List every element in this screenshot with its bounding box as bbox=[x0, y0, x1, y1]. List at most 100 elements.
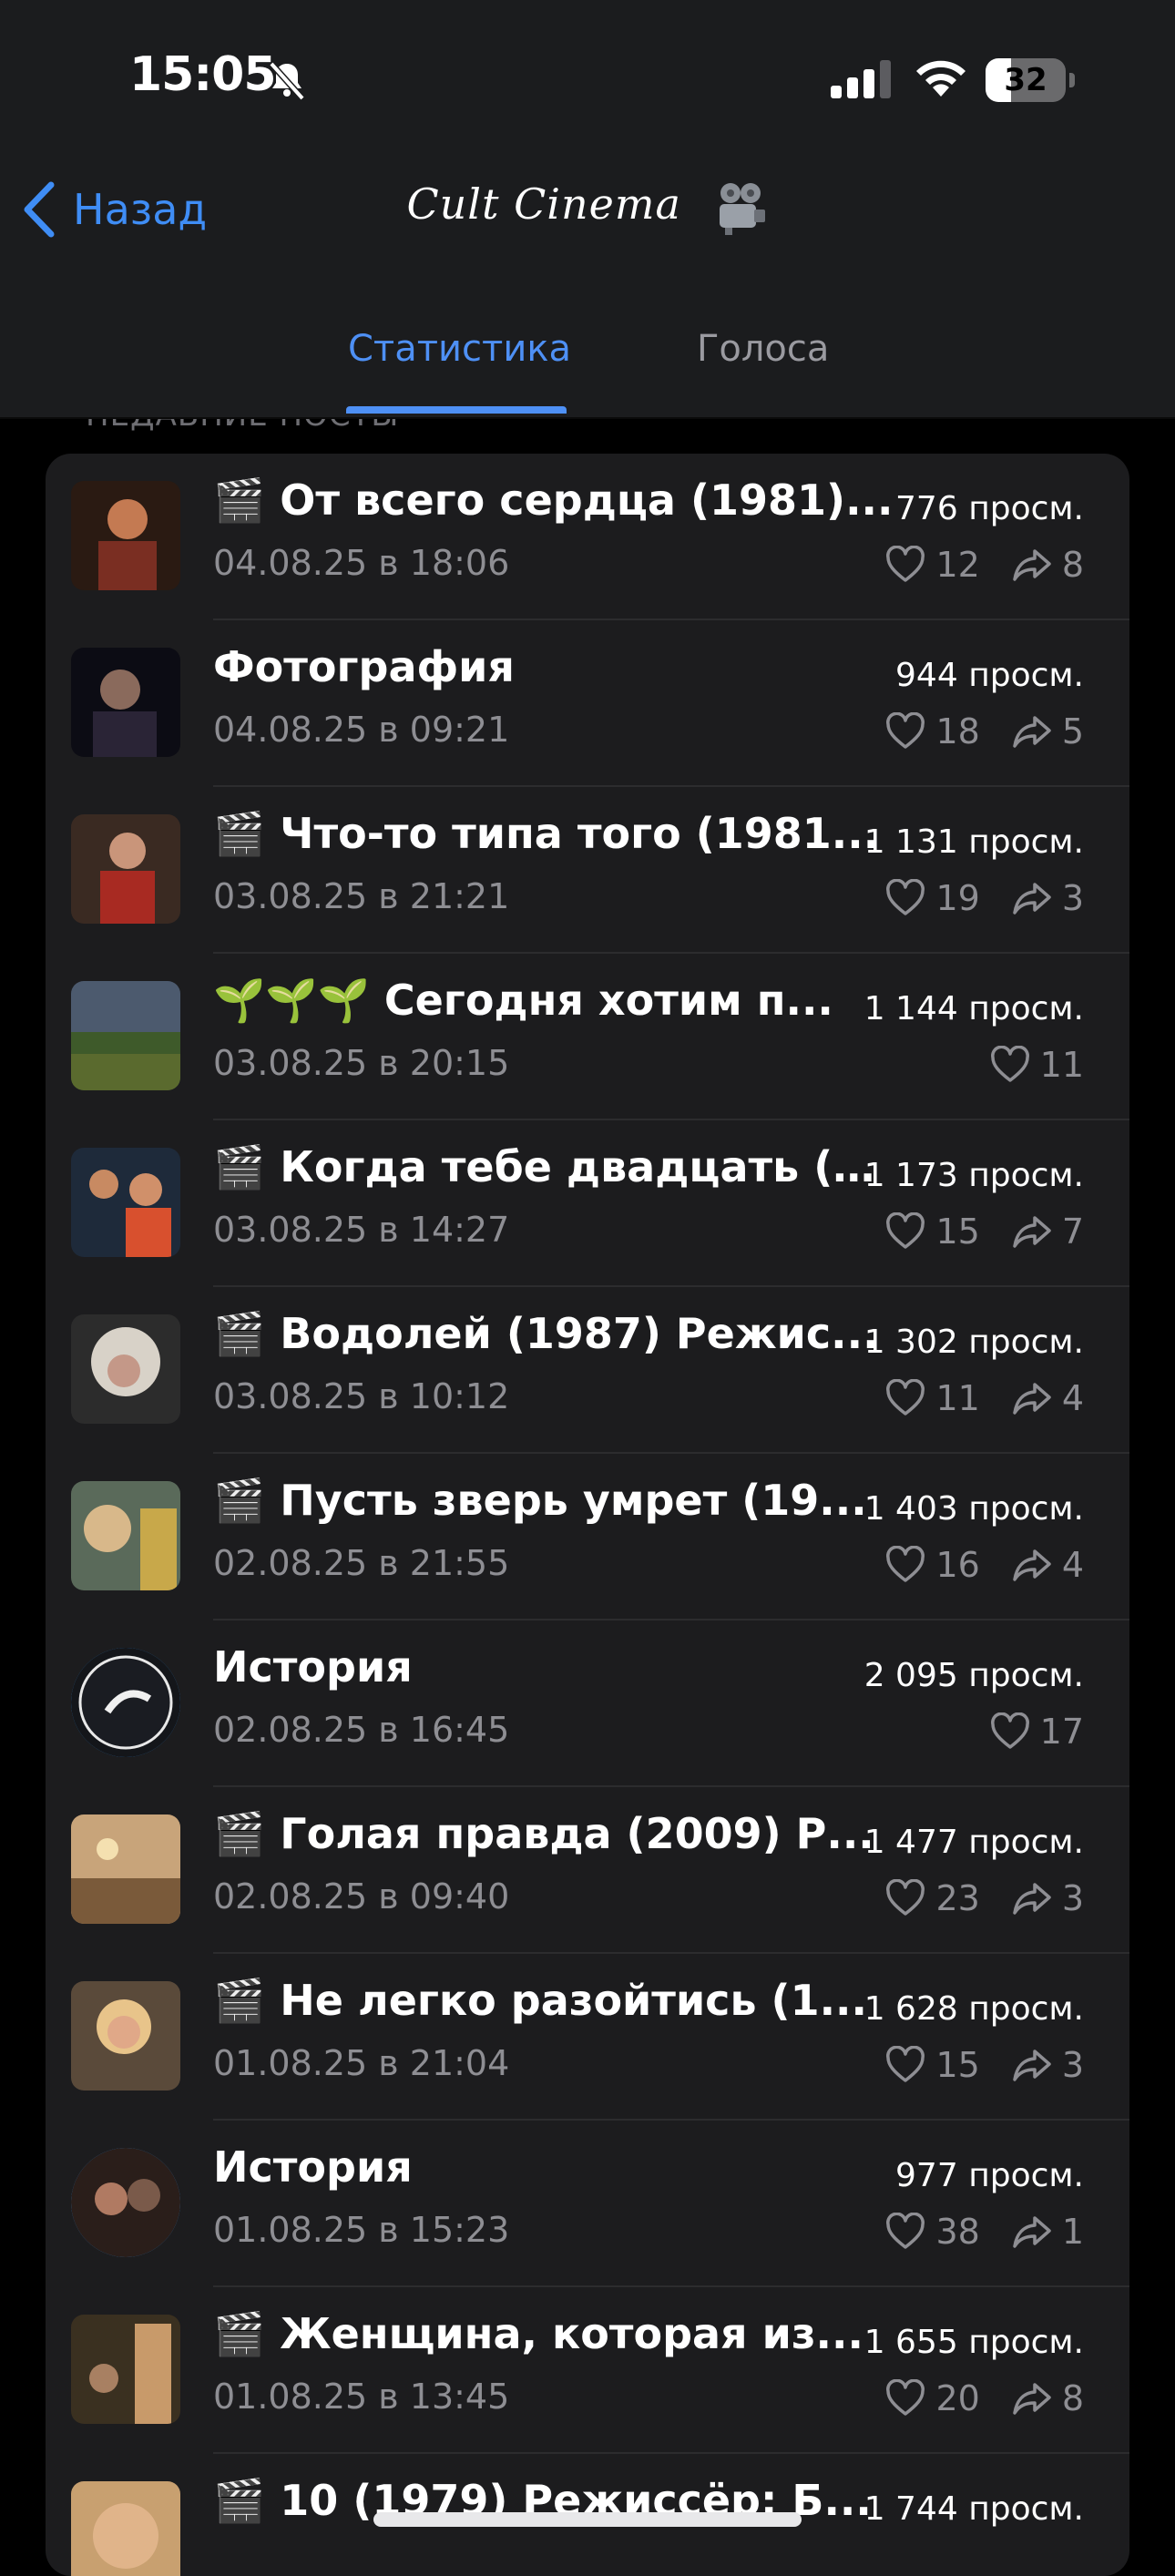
heart-icon bbox=[990, 1712, 1029, 1749]
status-time: 15:05 bbox=[129, 47, 277, 102]
post-thumbnail bbox=[71, 2481, 180, 2576]
likes-count: 11 bbox=[935, 1378, 980, 1418]
post-thumbnail bbox=[71, 1814, 180, 1924]
post-stats: 15 3 bbox=[884, 2045, 1084, 2085]
likes-count: 38 bbox=[935, 2212, 980, 2252]
bell-slash-icon bbox=[269, 61, 305, 101]
share-arrow-icon bbox=[1013, 716, 1051, 748]
channel-name: Cult Cinema bbox=[406, 179, 681, 229]
post-title: 🎬 Женщина, которая из... bbox=[213, 2309, 863, 2358]
post-row[interactable]: 🎬 Пусть зверь умрет (19... 02.08.25 в 21… bbox=[46, 1454, 1129, 1620]
share-arrow-icon bbox=[1013, 2383, 1051, 2415]
likes-count: 20 bbox=[935, 2378, 980, 2418]
thumbnail-image bbox=[71, 2148, 180, 2257]
post-row[interactable]: История 02.08.25 в 16:45 2 095 просм. 17 bbox=[46, 1620, 1129, 1787]
shares-count: 7 bbox=[1061, 1211, 1084, 1252]
post-stats: 17 bbox=[989, 1712, 1084, 1752]
likes-count: 11 bbox=[1039, 1045, 1084, 1085]
likes-count: 16 bbox=[935, 1545, 980, 1585]
post-views: 1 131 просм. bbox=[863, 823, 1084, 861]
post-date: 02.08.25 в 09:40 bbox=[213, 1876, 510, 1917]
likes-count: 17 bbox=[1039, 1712, 1084, 1752]
likes-count: 19 bbox=[935, 878, 980, 918]
shares-count: 5 bbox=[1061, 711, 1084, 751]
post-views: 977 просм. bbox=[895, 2157, 1084, 2194]
post-stats: 18 5 bbox=[884, 711, 1084, 751]
post-date: 02.08.25 в 16:45 bbox=[213, 1710, 510, 1750]
post-stats: 19 3 bbox=[884, 878, 1084, 918]
post-row[interactable]: 🎬 Когда тебе двадцать (1... 03.08.25 в 1… bbox=[46, 1120, 1129, 1287]
share-arrow-icon bbox=[1013, 1549, 1051, 1581]
post-title: 🎬 От всего сердца (1981)... bbox=[213, 475, 894, 525]
likes-count: 18 bbox=[935, 711, 980, 751]
active-tab-indicator bbox=[346, 406, 567, 414]
post-title: 🎬 Когда тебе двадцать (1... bbox=[213, 1142, 896, 1191]
tab-votes[interactable]: Голоса bbox=[697, 328, 829, 370]
shares-stat: 4 bbox=[1011, 1545, 1084, 1585]
post-title: 🌱🌱🌱 Сегодня хотим п... bbox=[213, 976, 833, 1025]
post-row[interactable]: 🌱🌱🌱 Сегодня хотим п... 03.08.25 в 20:15 … bbox=[46, 954, 1129, 1120]
post-title: 🎬 Водолей (1987) Режис... bbox=[213, 1309, 879, 1358]
shares-count: 8 bbox=[1061, 2378, 1084, 2418]
post-thumbnail bbox=[71, 2315, 180, 2424]
likes-stat: 12 bbox=[884, 545, 980, 585]
thumbnail-image bbox=[71, 1314, 180, 1424]
post-row[interactable]: История 01.08.25 в 15:23 977 просм. 38 1 bbox=[46, 2121, 1129, 2287]
post-stats: 23 3 bbox=[884, 1878, 1084, 1918]
likes-stat: 17 bbox=[989, 1712, 1084, 1752]
post-views: 1 628 просм. bbox=[863, 1990, 1084, 2028]
share-arrow-icon bbox=[1013, 2216, 1051, 2248]
heart-icon bbox=[886, 712, 925, 749]
wifi-icon bbox=[916, 60, 966, 97]
likes-stat: 15 bbox=[884, 1211, 980, 1252]
post-row[interactable]: 🎬 Не легко разойтись (1... 01.08.25 в 21… bbox=[46, 1954, 1129, 2121]
shares-stat: 3 bbox=[1011, 1878, 1084, 1918]
heart-icon bbox=[886, 1379, 925, 1416]
likes-count: 23 bbox=[935, 1878, 980, 1918]
post-row[interactable]: 🎬 Что-то типа того (1981... 03.08.25 в 2… bbox=[46, 787, 1129, 954]
heart-icon bbox=[886, 879, 925, 915]
post-date: 03.08.25 в 21:21 bbox=[213, 876, 510, 916]
shares-count: 8 bbox=[1061, 545, 1084, 585]
post-row[interactable]: Фотография 04.08.25 в 09:21 944 просм. 1… bbox=[46, 620, 1129, 787]
post-row[interactable]: 🎬 Женщина, которая из... 01.08.25 в 13:4… bbox=[46, 2287, 1129, 2454]
thumbnail-image bbox=[71, 1481, 180, 1590]
post-date: 01.08.25 в 15:23 bbox=[213, 2210, 510, 2250]
likes-count: 15 bbox=[935, 1211, 980, 1252]
post-title: 🎬 Голая правда (2009) Р... bbox=[213, 1809, 874, 1858]
likes-stat: 16 bbox=[884, 1545, 980, 1585]
post-views: 1 302 просм. bbox=[863, 1324, 1084, 1361]
likes-stat: 20 bbox=[884, 2378, 980, 2418]
tab-statistics[interactable]: Статистика bbox=[348, 328, 571, 370]
post-title: Фотография bbox=[213, 642, 515, 691]
thumbnail-image bbox=[71, 1981, 180, 2090]
post-date: 03.08.25 в 10:12 bbox=[213, 1376, 510, 1416]
heart-icon bbox=[990, 1046, 1029, 1082]
battery-indicator: 32 bbox=[986, 58, 1075, 102]
heart-icon bbox=[886, 1879, 925, 1916]
heart-icon bbox=[886, 1546, 925, 1582]
post-views: 1 144 просм. bbox=[863, 990, 1084, 1027]
likes-count: 15 bbox=[935, 2045, 980, 2085]
likes-stat: 11 bbox=[884, 1378, 980, 1418]
post-stats: 15 7 bbox=[884, 1211, 1084, 1252]
post-row[interactable]: 🎬 От всего сердца (1981)... 04.08.25 в 1… bbox=[46, 454, 1129, 620]
post-stats: 12 8 bbox=[884, 545, 1084, 585]
post-row[interactable]: 🎬 Голая правда (2009) Р... 02.08.25 в 09… bbox=[46, 1787, 1129, 1954]
shares-count: 4 bbox=[1061, 1378, 1084, 1418]
shares-stat: 7 bbox=[1011, 1211, 1084, 1252]
recent-posts-list: 🎬 От всего сердца (1981)... 04.08.25 в 1… bbox=[46, 454, 1129, 2576]
post-views: 1 403 просм. bbox=[863, 1490, 1084, 1528]
shares-stat: 5 bbox=[1011, 711, 1084, 751]
shares-count: 3 bbox=[1061, 878, 1084, 918]
likes-stat: 11 bbox=[989, 1045, 1084, 1085]
post-row[interactable]: 🎬 Водолей (1987) Режис... 03.08.25 в 10:… bbox=[46, 1287, 1129, 1454]
thumbnail-image bbox=[71, 2315, 180, 2424]
post-thumbnail bbox=[71, 814, 180, 924]
thumbnail-image bbox=[71, 648, 180, 757]
share-arrow-icon bbox=[1013, 549, 1051, 581]
post-title: 🎬 Пусть зверь умрет (19... bbox=[213, 1476, 867, 1525]
likes-stat: 23 bbox=[884, 1878, 980, 1918]
post-thumbnail bbox=[71, 1481, 180, 1590]
post-stats: 20 8 bbox=[884, 2378, 1084, 2418]
